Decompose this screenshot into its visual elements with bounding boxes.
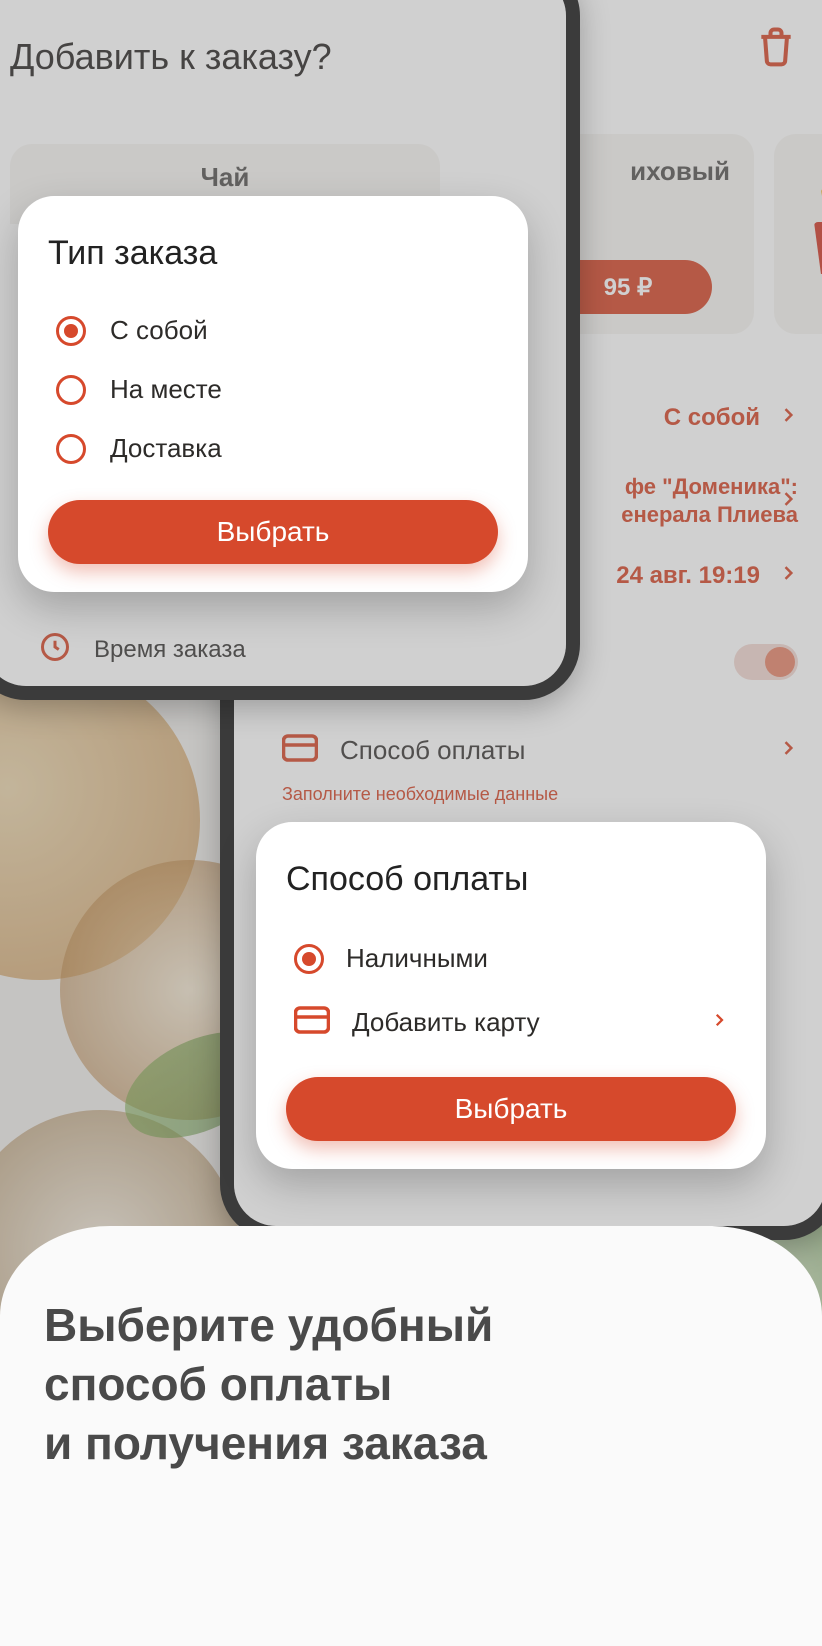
order-type-modal: Тип заказа С собой На месте Доставка Выб… (18, 196, 528, 592)
payment-option-add-card[interactable]: Добавить карту (286, 990, 736, 1055)
option-label: На месте (110, 374, 222, 405)
order-type-option-delivery[interactable]: Доставка (48, 419, 498, 478)
toggle-switch[interactable] (734, 644, 798, 680)
chevron-right-icon (778, 404, 798, 432)
order-type-row[interactable]: С собой (664, 404, 798, 432)
option-label: Добавить карту (352, 1007, 688, 1038)
product-name: Чай (201, 162, 250, 192)
promo-caption-sheet: Выберите удобный способ оплаты и получен… (0, 1226, 822, 1646)
page-title: Добавить к заказу? (10, 36, 332, 78)
product-name: иховый (630, 156, 730, 187)
payment-method-modal: Способ оплаты Наличными Добавить карту В… (256, 822, 766, 1169)
location-value: енерала Плиева (621, 502, 798, 528)
fries-icon (814, 194, 822, 274)
chevron-right-icon (778, 562, 798, 590)
validation-warning: Заполните необходимые данные (282, 784, 558, 805)
card-icon (282, 734, 318, 767)
select-button[interactable]: Выбрать (286, 1077, 736, 1141)
order-type-option-dinein[interactable]: На месте (48, 360, 498, 419)
card-icon (294, 1006, 330, 1039)
option-label: Доставка (110, 433, 222, 464)
order-time-row[interactable]: Время заказа (40, 632, 246, 667)
chevron-right-icon (778, 488, 798, 516)
radio-icon (56, 316, 86, 346)
location-value: фе "Доменика": (625, 474, 798, 500)
trash-icon (754, 55, 798, 72)
payment-method-row[interactable]: Способ оплаты (282, 734, 798, 767)
option-label: С собой (110, 315, 208, 346)
order-time-value: 24 авг. 19:19 (616, 562, 760, 590)
radio-icon (294, 944, 324, 974)
modal-title: Тип заказа (48, 234, 498, 273)
modal-title: Способ оплаты (286, 860, 736, 899)
payment-method-label: Способ оплаты (340, 735, 756, 766)
order-time-row[interactable]: 24 авг. 19:19 (616, 562, 798, 590)
radio-icon (56, 375, 86, 405)
order-time-label: Время заказа (94, 636, 246, 664)
order-type-value: С собой (664, 404, 760, 432)
promo-headline: Выберите удобный способ оплаты и получен… (44, 1296, 778, 1473)
chevron-right-icon (778, 738, 798, 763)
product-card[interactable] (774, 134, 822, 334)
delete-order-button[interactable] (754, 24, 798, 73)
clock-icon (40, 632, 70, 667)
order-type-option-takeaway[interactable]: С собой (48, 301, 498, 360)
payment-option-cash[interactable]: Наличными (286, 927, 736, 990)
promo-screenshot: иховый 95 ₽ С собой фе "Доменика": енера… (0, 0, 822, 1646)
radio-icon (56, 434, 86, 464)
option-label: Наличными (346, 943, 728, 974)
location-row[interactable]: фе "Доменика": енерала Плиева (621, 474, 798, 528)
chevron-right-icon (710, 1011, 728, 1034)
select-button[interactable]: Выбрать (48, 500, 498, 564)
